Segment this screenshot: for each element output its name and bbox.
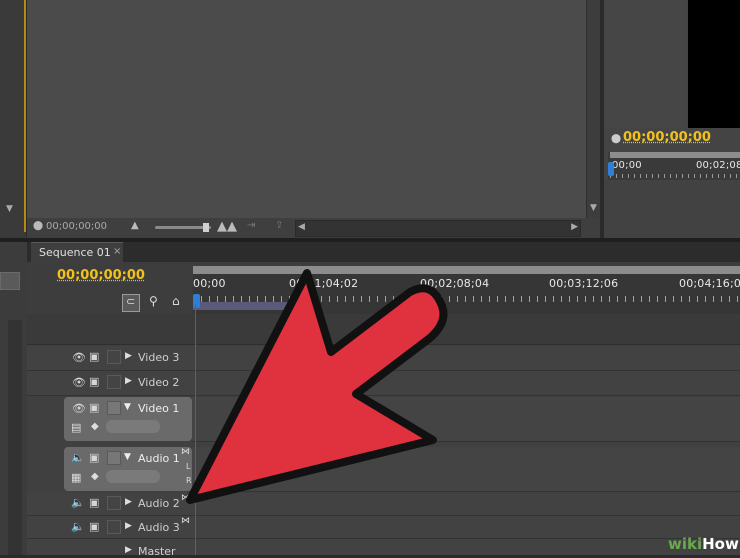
red-arrow-overlay <box>186 269 448 504</box>
red-arrow-shape <box>186 269 448 504</box>
wikihow-watermark: wikiHow <box>668 534 739 554</box>
watermark-how: How <box>702 535 739 553</box>
watermark-wiki: wiki <box>668 535 703 553</box>
